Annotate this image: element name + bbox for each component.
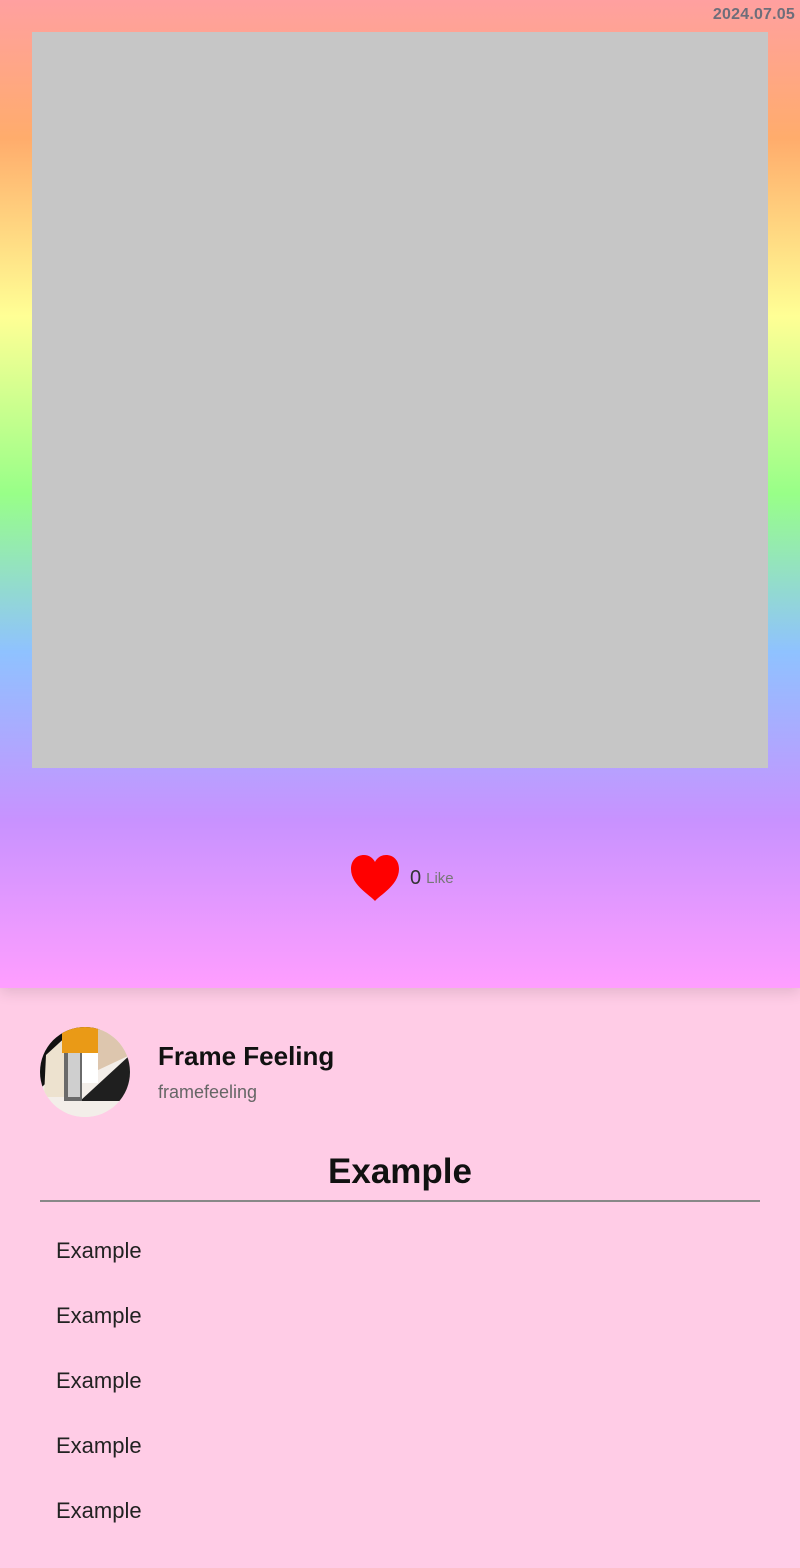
list-item[interactable]: Example: [56, 1234, 142, 1299]
list-item[interactable]: Example: [56, 1364, 142, 1429]
post-card: 2024.07.05 0 Like: [0, 0, 800, 988]
list-item[interactable]: Example: [56, 1494, 142, 1559]
profile-handle[interactable]: framefeeling: [158, 1082, 334, 1103]
section-divider: [40, 1200, 760, 1202]
like-row: 0 Like: [349, 853, 454, 903]
like-label: Like: [426, 869, 454, 887]
post-date: 2024.07.05: [712, 6, 795, 23]
section-title: Example: [328, 1152, 472, 1191]
avatar[interactable]: [40, 1027, 130, 1117]
like-count: 0: [410, 866, 422, 889]
profile-text: Frame Feeling framefeeling: [158, 1041, 334, 1103]
profile-header[interactable]: Frame Feeling framefeeling: [40, 1027, 334, 1117]
profile-name[interactable]: Frame Feeling: [158, 1041, 334, 1072]
post-photo[interactable]: [32, 32, 768, 768]
list-item[interactable]: Example: [56, 1429, 142, 1494]
example-list: Example Example Example Example Example: [56, 1234, 142, 1559]
heart-icon[interactable]: [349, 854, 401, 902]
list-item[interactable]: Example: [56, 1299, 142, 1364]
